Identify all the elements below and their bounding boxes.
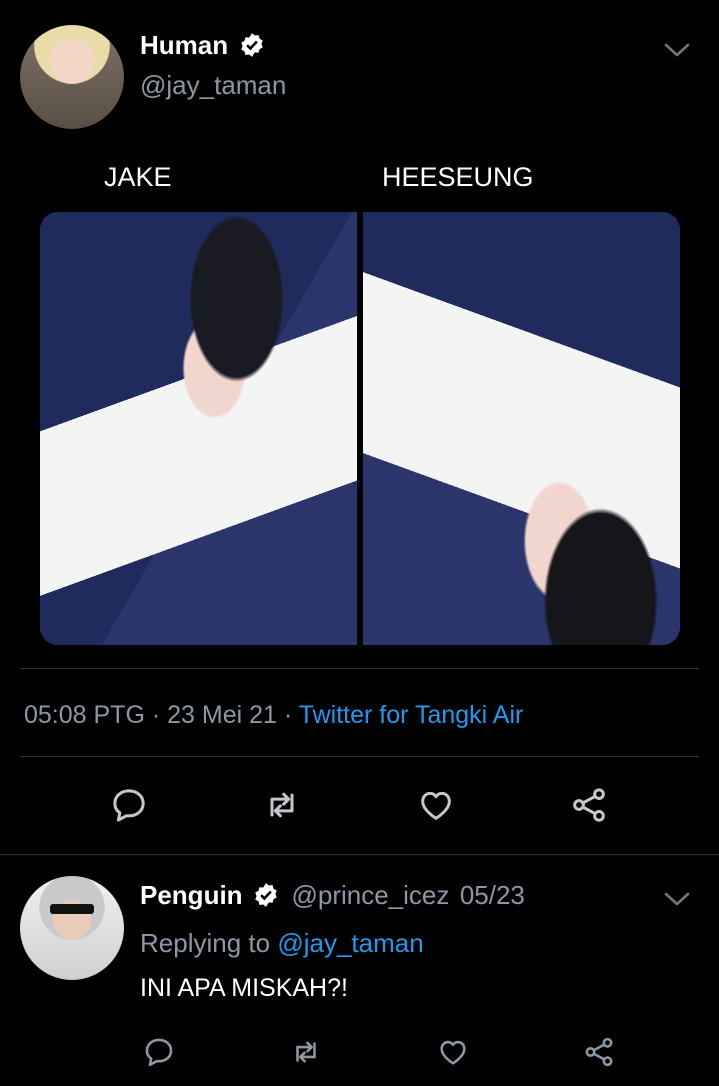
chevron-down-icon[interactable] — [662, 40, 692, 60]
tweet-source[interactable]: Twitter for Tangki Air — [299, 701, 524, 729]
media-photo-left[interactable] — [40, 212, 357, 645]
share-icon — [573, 788, 605, 822]
reply-header: Penguin @prince_icez 05/23 — [140, 880, 525, 911]
retweet-icon — [296, 1041, 316, 1063]
sunglasses-icon — [50, 904, 94, 914]
author-name-row[interactable]: Human — [140, 30, 265, 61]
reply-date: 05/23 — [459, 880, 525, 910]
reply-author-handle[interactable]: @prince_icez — [291, 880, 449, 910]
caption-right: HEESEUNG — [382, 162, 534, 192]
retweet-button[interactable] — [259, 782, 305, 828]
chevron-down-icon[interactable] — [662, 889, 692, 909]
caption-left: JAKE — [104, 162, 172, 192]
comment-icon — [113, 789, 145, 822]
reply-author-avatar[interactable] — [20, 876, 124, 980]
author-name[interactable]: Human — [140, 30, 228, 60]
reply-author-name[interactable]: Penguin — [140, 880, 243, 910]
retweet-button[interactable] — [283, 1029, 329, 1075]
reply-text: INI APA MISKAH?! — [140, 974, 348, 1002]
share-icon — [585, 1037, 613, 1067]
verified-badge-icon — [240, 33, 263, 57]
media-photo-right[interactable] — [363, 212, 680, 645]
divider — [20, 668, 699, 669]
tweet-media — [40, 212, 680, 645]
share-button[interactable] — [566, 782, 612, 828]
tweet-time: 05:08 PTG — [24, 701, 145, 729]
comment-icon — [145, 1038, 173, 1067]
heart-icon — [421, 791, 451, 820]
tweet-date: 23 Mei 21 — [167, 701, 277, 729]
replying-to-handle[interactable]: @jay_taman — [277, 928, 423, 958]
meta-separator: · — [283, 701, 299, 729]
reply-button[interactable] — [106, 782, 152, 828]
author-avatar[interactable] — [20, 25, 124, 129]
divider — [20, 756, 699, 757]
retweet-icon — [270, 792, 294, 818]
replying-to: Replying to @jay_taman — [140, 928, 424, 959]
reply-button[interactable] — [136, 1029, 182, 1075]
meta-separator: · — [151, 701, 168, 729]
like-button[interactable] — [413, 782, 459, 828]
author-handle[interactable]: @jay_taman — [140, 70, 286, 101]
replying-to-label: Replying to — [140, 928, 271, 958]
verified-badge-icon — [255, 883, 277, 907]
heart-icon — [440, 1040, 466, 1065]
like-button[interactable] — [430, 1029, 476, 1075]
divider — [0, 854, 719, 855]
tweet-meta: 05:08 PTG · 23 Mei 21 · Twitter for Tang… — [24, 701, 523, 730]
share-button[interactable] — [576, 1029, 622, 1075]
